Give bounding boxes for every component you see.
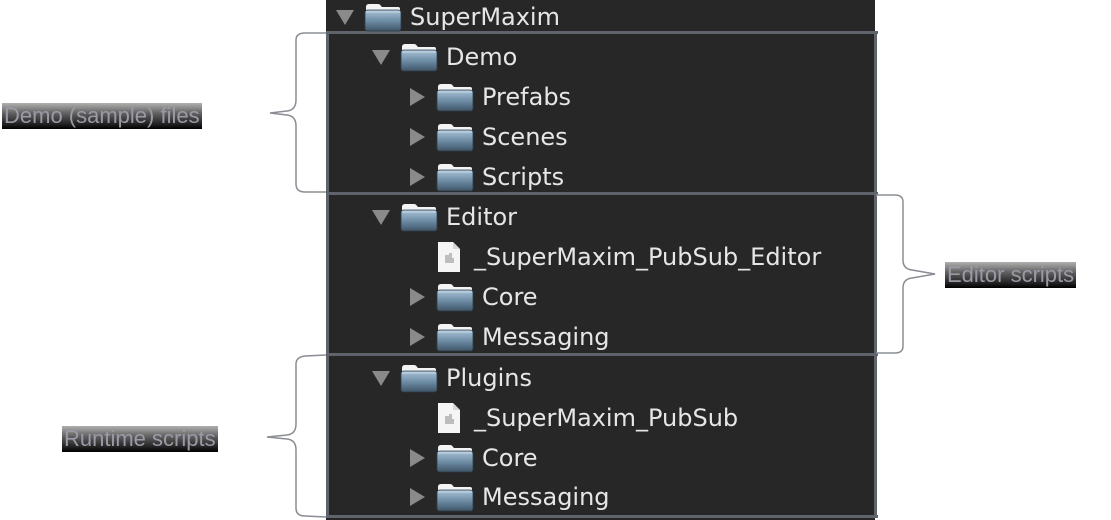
annotation-text: Runtime scripts: [64, 426, 216, 451]
annotation-text: Editor scripts: [947, 262, 1075, 287]
annotation-text: Demo (sample) files: [4, 103, 200, 128]
annotation-demo-label: Demo (sample) files: [2, 103, 202, 129]
annotation-editor-label: Editor scripts: [945, 262, 1077, 288]
annotation-runtime-label: Runtime scripts: [62, 426, 218, 452]
